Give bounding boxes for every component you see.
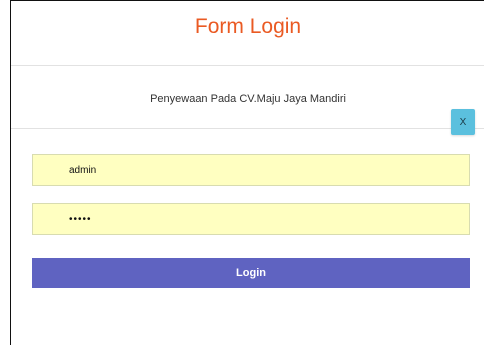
password-input[interactable] bbox=[32, 203, 470, 235]
form-title: Form Login bbox=[194, 15, 302, 38]
username-input[interactable] bbox=[32, 154, 470, 186]
login-button[interactable]: Login bbox=[32, 258, 470, 288]
login-modal: Form Login Penyewaan Pada CV.Maju Jaya M… bbox=[10, 0, 484, 345]
header-divider bbox=[11, 65, 484, 66]
form-subtitle: Penyewaan Pada CV.Maju Jaya Mandiri bbox=[150, 93, 346, 105]
close-button[interactable]: X bbox=[451, 109, 475, 135]
subtitle-divider bbox=[11, 128, 484, 129]
